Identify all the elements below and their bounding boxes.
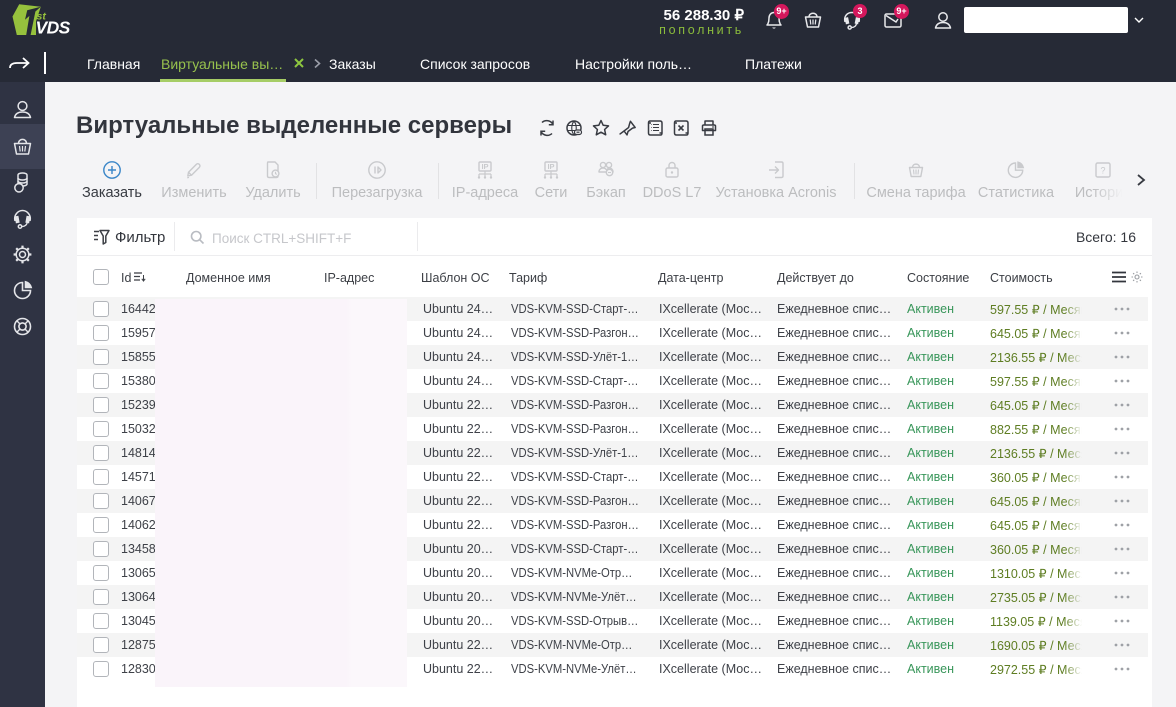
svg-text:IP: IP [481,162,488,171]
svg-text:?: ? [1100,166,1105,176]
svg-text:IP: IP [547,162,554,171]
